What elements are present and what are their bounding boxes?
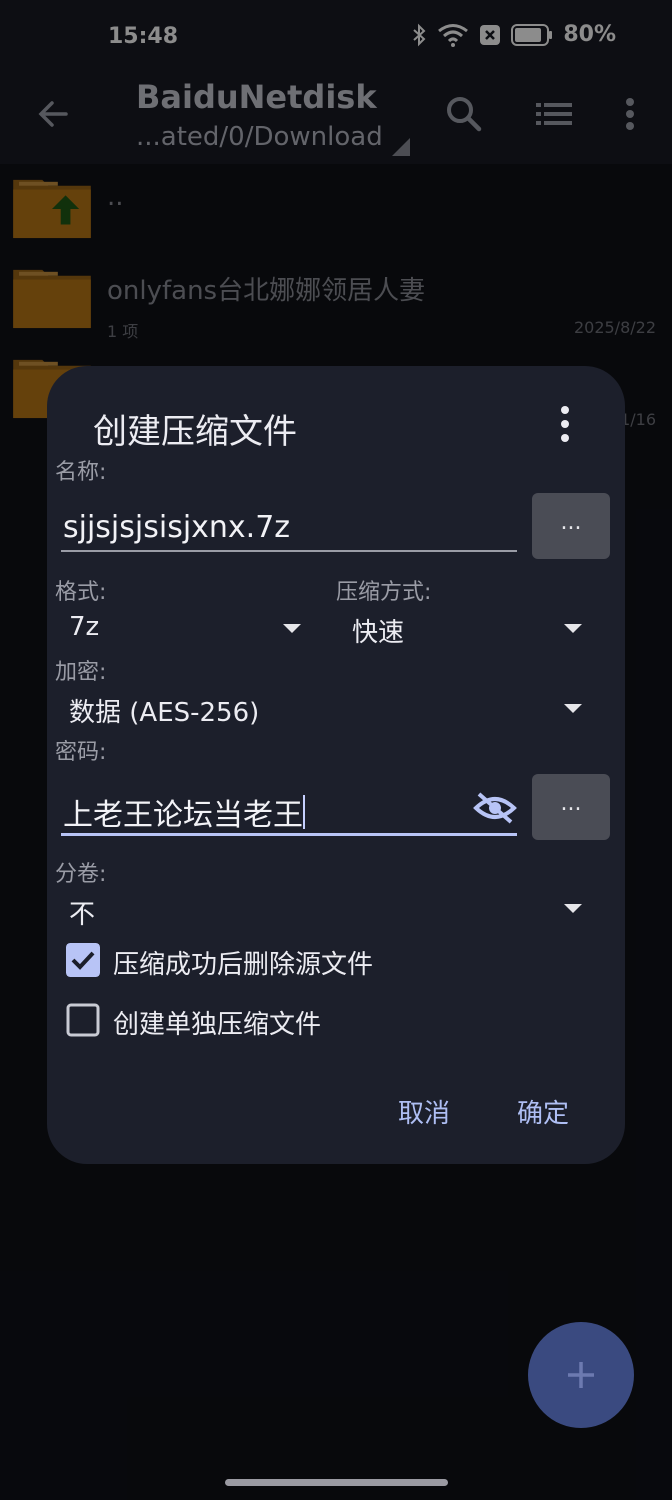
method-select[interactable]: 快速 (352, 612, 404, 649)
delete-source-checkbox[interactable] (66, 943, 100, 977)
visibility-off-icon[interactable] (473, 790, 517, 826)
name-input[interactable]: sjjsjsjsisjxnx.7z (63, 510, 290, 545)
plus-icon (568, 1362, 594, 1388)
name-input-underline (61, 550, 517, 552)
ok-button[interactable]: 确定 (517, 1093, 569, 1130)
password-input-underline (61, 833, 517, 836)
password-options-button[interactable]: ... (532, 774, 610, 840)
separate-archive-checkbox[interactable] (66, 1003, 100, 1037)
more-vert-icon[interactable] (553, 404, 577, 444)
encrypt-dropdown-icon[interactable] (564, 704, 582, 713)
encrypt-select[interactable]: 数据 (AES-256) (69, 692, 259, 729)
encrypt-label: 加密: (55, 660, 107, 685)
split-label: 分卷: (55, 862, 107, 887)
password-input[interactable]: 上老王论坛当老王 (63, 790, 305, 834)
format-select[interactable]: 7z (69, 612, 99, 642)
text-cursor (303, 795, 305, 829)
cancel-button[interactable]: 取消 (398, 1093, 450, 1130)
separate-archive-label[interactable]: 创建单独压缩文件 (113, 1004, 321, 1041)
password-value: 上老王论坛当老王 (63, 798, 303, 833)
split-dropdown-icon[interactable] (564, 904, 582, 913)
format-label: 格式: (55, 580, 107, 605)
add-fab-button[interactable] (528, 1322, 634, 1428)
delete-source-label[interactable]: 压缩成功后删除源文件 (113, 944, 373, 981)
dialog-title: 创建压缩文件 (93, 412, 297, 452)
password-label: 密码: (55, 740, 107, 765)
method-dropdown-icon[interactable] (564, 624, 582, 633)
method-label: 压缩方式: (336, 580, 432, 605)
name-browse-button[interactable]: ... (532, 493, 610, 559)
name-label: 名称: (55, 460, 107, 485)
format-dropdown-icon[interactable] (283, 624, 301, 633)
gesture-nav-bar[interactable] (225, 1479, 448, 1486)
create-archive-dialog: 创建压缩文件 名称: sjjsjsjsisjxnx.7z ... 格式: 7z … (47, 366, 625, 1164)
split-select[interactable]: 不 (69, 894, 95, 931)
